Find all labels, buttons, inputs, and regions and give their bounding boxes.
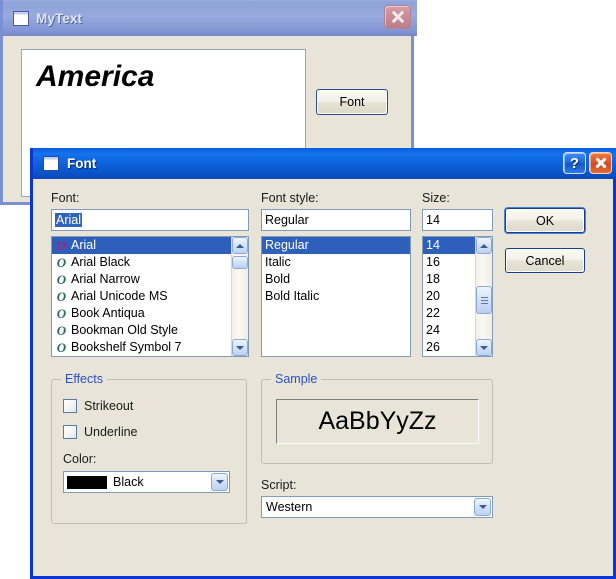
sample-preview: AaBbYyZz	[276, 399, 479, 444]
font-input-value: Arial	[55, 213, 83, 227]
color-value: Black	[113, 475, 144, 489]
color-label: Color:	[63, 452, 97, 466]
opentype-icon: O	[56, 238, 67, 253]
font-dialog-body: Font: Arial O Arial O Arial Black O Aria…	[33, 179, 613, 573]
list-item-label: Bookshelf Symbol 7	[71, 340, 182, 354]
opentype-icon: O	[56, 255, 67, 270]
scroll-up-icon[interactable]	[476, 237, 492, 254]
size-input-value: 14	[426, 213, 440, 227]
list-item[interactable]: O Arial Black	[52, 254, 248, 271]
font-list[interactable]: O Arial O Arial Black O Arial Narrow O A…	[51, 236, 249, 357]
list-item-label: 16	[426, 255, 440, 269]
effects-group: Effects Strikeout Underline Color: Black	[51, 372, 247, 524]
list-item-label: Bold Italic	[265, 289, 320, 303]
list-item[interactable]: Regular	[262, 237, 410, 254]
effects-group-title: Effects	[61, 372, 107, 386]
font-style-input[interactable]: Regular	[261, 209, 411, 231]
chevron-down-icon[interactable]	[474, 498, 491, 516]
list-item-label: Book Antiqua	[71, 306, 145, 320]
list-item-label: Regular	[265, 238, 309, 252]
size-list[interactable]: 14 16 18 20 22 24 26	[422, 236, 493, 357]
strikeout-checkbox[interactable]: Strikeout	[63, 399, 133, 413]
editor-text: America	[36, 60, 155, 93]
list-item-label: Bookman Old Style	[71, 323, 178, 337]
list-item-label: Arial	[71, 238, 97, 252]
opentype-icon: O	[56, 306, 67, 321]
size-label: Size:	[422, 191, 450, 205]
list-item-label: Bold	[265, 272, 291, 286]
scrollbar-thumb[interactable]	[232, 256, 248, 269]
sample-text: AaBbYyZz	[318, 407, 437, 435]
mytext-title: MyText	[36, 10, 83, 26]
font-label: Font:	[51, 191, 80, 205]
size-list-scrollbar[interactable]	[475, 237, 492, 356]
cancel-button[interactable]: Cancel	[505, 248, 585, 273]
underline-label: Underline	[84, 425, 138, 439]
list-item[interactable]: Italic	[262, 254, 410, 271]
color-dropdown[interactable]: Black	[63, 471, 230, 493]
opentype-icon: O	[56, 340, 67, 355]
list-item[interactable]: O Arial Unicode MS	[52, 288, 248, 305]
font-style-label: Font style:	[261, 191, 319, 205]
list-item-label: Arial Black	[71, 255, 131, 269]
underline-checkbox[interactable]: Underline	[63, 425, 138, 439]
scroll-down-icon[interactable]	[476, 339, 492, 356]
scroll-up-icon[interactable]	[232, 237, 248, 254]
font-button[interactable]: Font	[316, 89, 388, 115]
font-style-list[interactable]: Regular Italic Bold Bold Italic	[261, 236, 411, 357]
list-item-label: 18	[426, 272, 440, 286]
list-item[interactable]: O Bookman Old Style	[52, 322, 248, 339]
window-icon	[43, 156, 59, 171]
sample-group: Sample AaBbYyZz	[261, 372, 493, 464]
list-item-label: 20	[426, 289, 440, 303]
checkbox-icon	[63, 425, 77, 439]
help-icon[interactable]: ?	[563, 152, 586, 174]
opentype-icon: O	[56, 289, 67, 304]
close-icon[interactable]	[589, 152, 612, 174]
script-dropdown[interactable]: Western	[261, 496, 493, 518]
color-swatch	[67, 475, 107, 489]
scrollbar-grip-icon	[480, 296, 488, 304]
font-dialog: Font ? Font: Arial O Arial O Arial Black…	[30, 148, 616, 579]
list-item-label: 14	[426, 238, 440, 252]
list-item[interactable]: Bold Italic	[262, 288, 410, 305]
sample-group-title: Sample	[271, 372, 322, 386]
size-input[interactable]: 14	[422, 209, 493, 231]
scroll-down-icon[interactable]	[232, 339, 248, 356]
font-list-scrollbar[interactable]	[231, 237, 248, 356]
mytext-titlebar[interactable]: MyText	[3, 0, 417, 36]
checkbox-icon	[63, 399, 77, 413]
list-item-label: Arial Unicode MS	[71, 289, 168, 303]
font-style-input-value: Regular	[265, 213, 309, 227]
font-input[interactable]: Arial	[51, 209, 249, 231]
opentype-icon: O	[56, 272, 67, 287]
list-item[interactable]: O Bookshelf Symbol 7	[52, 339, 248, 356]
list-item-label: 22	[426, 306, 440, 320]
list-item[interactable]: O Arial Narrow	[52, 271, 248, 288]
list-item[interactable]: O Arial	[52, 237, 248, 254]
list-item-label: Italic	[265, 255, 291, 269]
list-item-label: 26	[426, 340, 440, 354]
list-item-label: Arial Narrow	[71, 272, 140, 286]
opentype-icon: O	[56, 323, 67, 338]
chevron-down-icon[interactable]	[211, 473, 228, 491]
window-icon	[13, 10, 29, 26]
close-icon[interactable]	[384, 5, 411, 29]
list-item[interactable]: O Book Antiqua	[52, 305, 248, 322]
scrollbar-thumb[interactable]	[476, 286, 492, 314]
ok-button[interactable]: OK	[505, 208, 585, 233]
strikeout-label: Strikeout	[84, 399, 134, 413]
font-dialog-titlebar[interactable]: Font ?	[33, 148, 616, 179]
list-item[interactable]: Bold	[262, 271, 410, 288]
font-dialog-title: Font	[67, 156, 97, 171]
script-label: Script:	[261, 478, 297, 492]
script-value: Western	[266, 500, 313, 514]
list-item-label: 24	[426, 323, 440, 337]
